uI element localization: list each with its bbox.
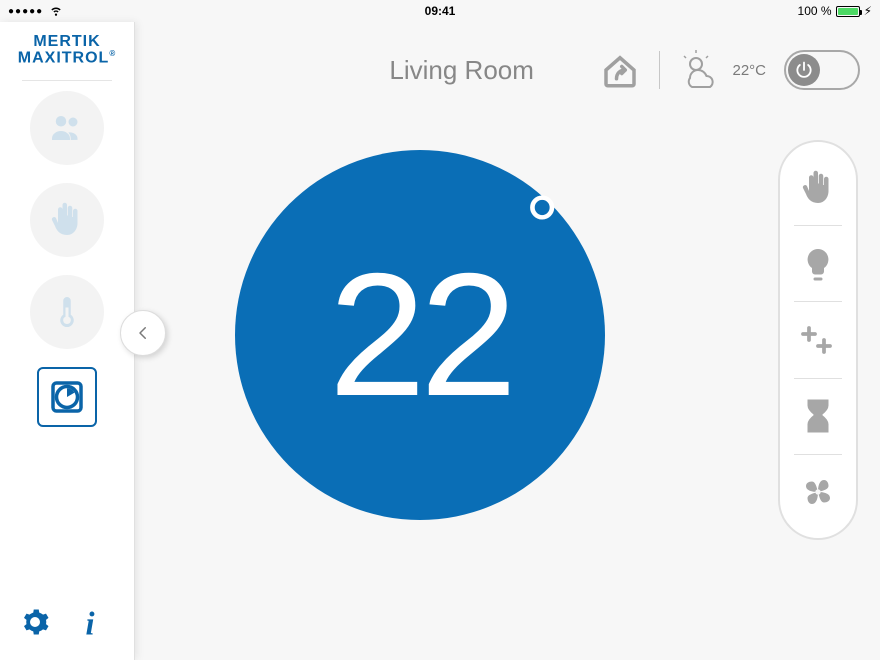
settings-button[interactable] bbox=[20, 607, 50, 642]
status-time: 09:41 bbox=[425, 4, 456, 18]
power-toggle[interactable] bbox=[784, 50, 860, 90]
mode-light[interactable] bbox=[780, 246, 856, 282]
sidebar-item-manual[interactable] bbox=[30, 183, 104, 257]
divider bbox=[659, 51, 660, 89]
status-bar: ●●●●● 09:41 100 % ⚡︎ bbox=[0, 0, 880, 22]
battery-percent: 100 % bbox=[798, 4, 832, 18]
share-button[interactable] bbox=[599, 49, 641, 91]
sidebar: MERTIK MAXITROL® i bbox=[0, 22, 135, 660]
sidebar-item-users[interactable] bbox=[30, 91, 104, 165]
thermometer-icon bbox=[49, 294, 85, 330]
svg-text:i: i bbox=[86, 607, 95, 637]
dial-degree: ° bbox=[525, 178, 559, 277]
hourglass-icon bbox=[800, 398, 836, 434]
divider bbox=[794, 225, 842, 226]
mode-timer[interactable] bbox=[780, 398, 856, 434]
signal-dots-icon: ●●●●● bbox=[8, 6, 43, 17]
brand-line1: MERTIK bbox=[18, 34, 116, 50]
weather-icon bbox=[678, 50, 728, 90]
status-left: ●●●●● bbox=[8, 3, 63, 20]
mode-fan[interactable] bbox=[780, 474, 856, 510]
room-title: Living Room bbox=[389, 55, 534, 86]
sidebar-collapse-handle[interactable] bbox=[120, 310, 166, 356]
power-icon bbox=[794, 60, 814, 80]
gear-icon bbox=[20, 607, 50, 637]
info-icon: i bbox=[78, 607, 108, 637]
brand-line2: MAXITROL bbox=[18, 49, 110, 66]
status-right: 100 % ⚡︎ bbox=[798, 4, 872, 18]
divider bbox=[794, 378, 842, 379]
charging-icon: ⚡︎ bbox=[864, 4, 872, 18]
toggle-knob bbox=[788, 54, 820, 86]
divider bbox=[794, 301, 842, 302]
divider bbox=[794, 454, 842, 455]
info-button[interactable]: i bbox=[78, 607, 108, 642]
clock-icon bbox=[46, 376, 88, 418]
weather-widget[interactable]: 22°C bbox=[678, 50, 766, 90]
sidebar-item-timer[interactable] bbox=[37, 367, 97, 427]
mode-panel bbox=[778, 140, 858, 540]
battery-icon bbox=[836, 6, 860, 17]
users-icon bbox=[49, 110, 85, 146]
chevron-left-icon bbox=[134, 324, 152, 342]
dial-value: 22 bbox=[329, 248, 512, 423]
brand-logo: MERTIK MAXITROL® bbox=[18, 34, 116, 66]
header: Living Room 22°C bbox=[150, 40, 860, 100]
hand-icon bbox=[800, 170, 836, 206]
bulb-icon bbox=[800, 246, 836, 282]
mode-manual[interactable] bbox=[780, 170, 856, 206]
fan-icon bbox=[800, 474, 836, 510]
hand-icon bbox=[49, 202, 85, 238]
sidebar-item-temp[interactable] bbox=[30, 275, 104, 349]
mode-aux[interactable] bbox=[780, 322, 856, 358]
weather-temp: 22°C bbox=[732, 62, 766, 79]
divider bbox=[22, 80, 112, 81]
plus-icon bbox=[800, 322, 836, 358]
home-share-icon bbox=[599, 49, 641, 91]
wifi-icon bbox=[49, 3, 63, 20]
